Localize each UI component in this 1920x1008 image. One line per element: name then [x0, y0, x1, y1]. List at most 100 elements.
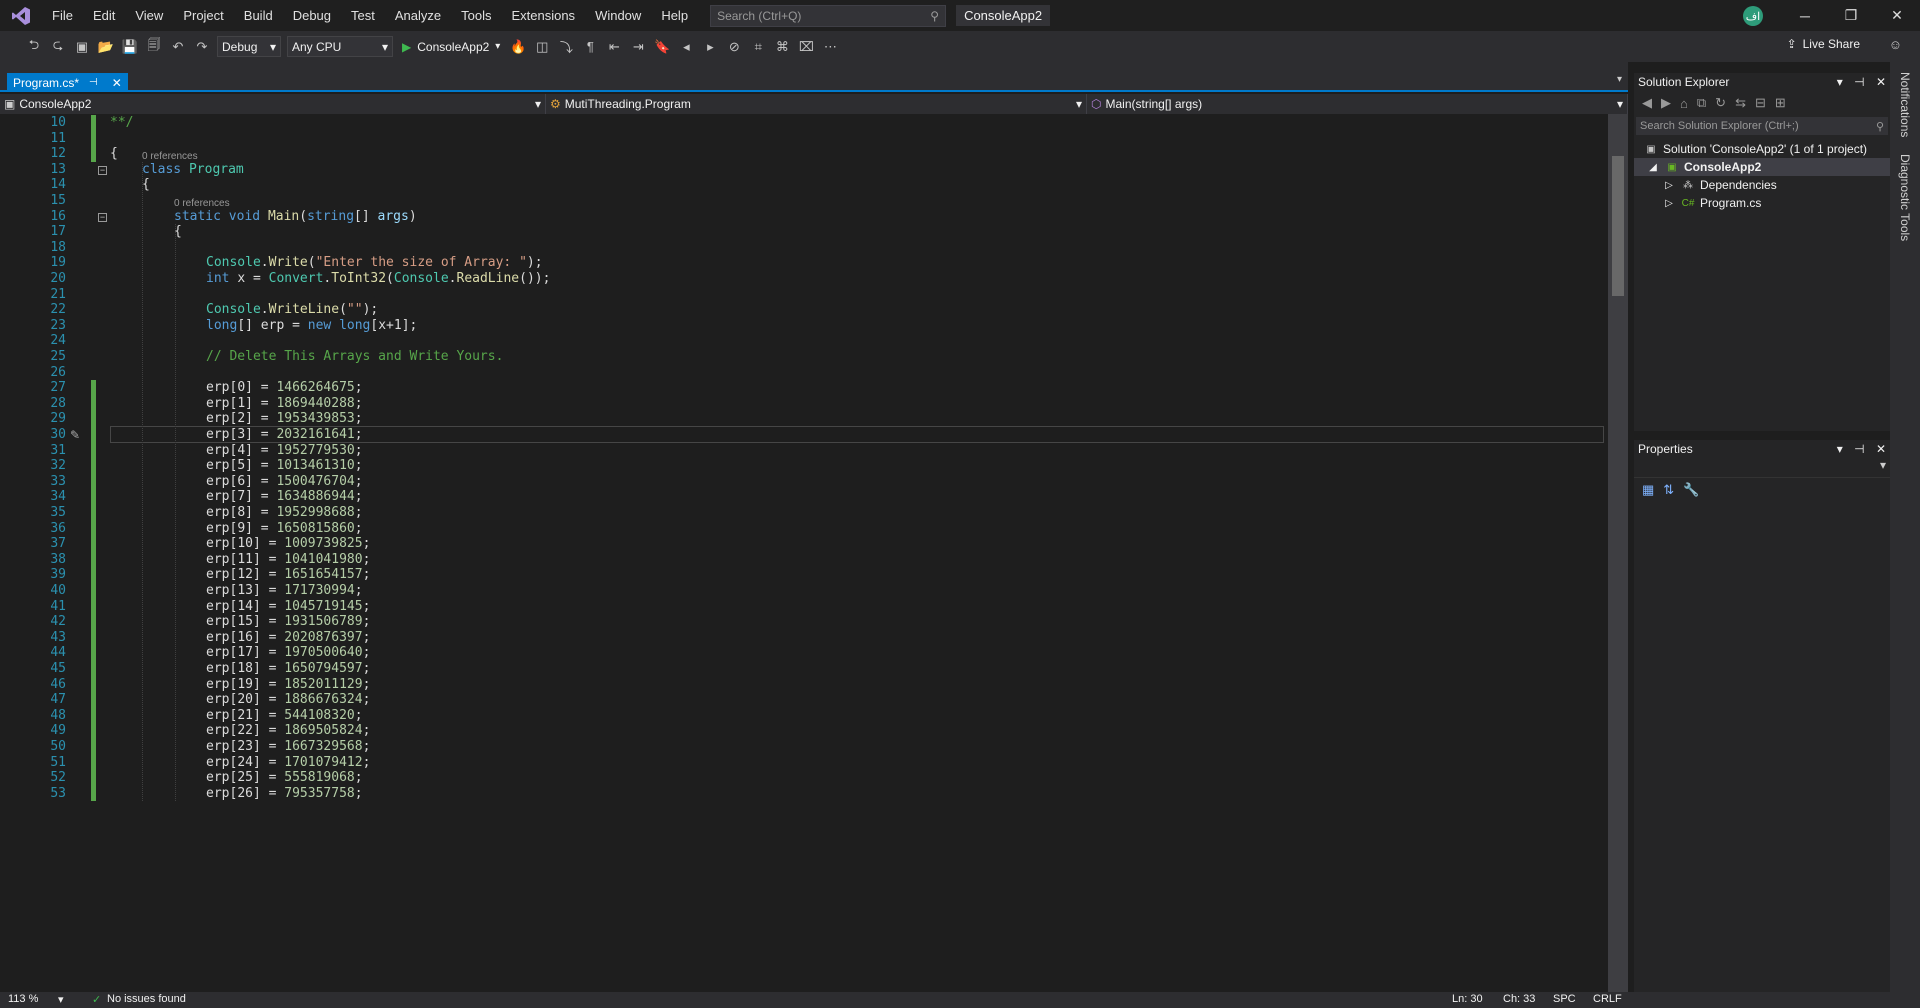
alphabetical-icon[interactable]: ⇅: [1663, 482, 1674, 498]
prev-bookmark-icon[interactable]: ◂: [677, 38, 695, 56]
code-token: 1953439853: [276, 411, 355, 427]
pin-icon[interactable]: ⊣: [1854, 75, 1864, 89]
navigate-back-icon[interactable]: ⮌: [25, 37, 43, 56]
next-bookmark-icon[interactable]: ▸: [701, 38, 719, 56]
indent-icon[interactable]: ⇥: [629, 38, 647, 56]
search-input[interactable]: Search (Ctrl+Q) ⚲: [710, 4, 947, 27]
hot-reload-icon[interactable]: 🔥: [509, 38, 527, 56]
tree-item-dependencies[interactable]: ▷ ⁂ Dependencies: [1634, 176, 1890, 194]
nav-project-label: ConsoleApp2: [19, 97, 92, 111]
collapse-region-icon[interactable]: −: [98, 165, 107, 175]
new-project-icon[interactable]: ▣: [73, 38, 91, 56]
collapse-region-icon[interactable]: −: [98, 212, 107, 222]
visual-studio-logo-icon[interactable]: [0, 0, 42, 31]
diagnostic-tools-tab[interactable]: Diagnostic Tools: [1898, 154, 1912, 241]
undo-icon[interactable]: ↶: [169, 38, 187, 56]
tree-item-project[interactable]: ◢ ▣ ConsoleApp2: [1634, 158, 1890, 176]
menu-test[interactable]: Test: [341, 0, 385, 31]
column-number[interactable]: Ch: 33: [1503, 993, 1535, 1005]
menu-edit[interactable]: Edit: [83, 0, 125, 31]
forward-icon[interactable]: ▶: [1661, 95, 1671, 111]
toolbar-overflow-icon[interactable]: ⋯: [821, 38, 839, 56]
browser-link-icon[interactable]: ◫: [533, 38, 551, 56]
code-token: 1009739825: [284, 536, 363, 552]
pending-changes-icon[interactable]: ↻: [1715, 95, 1726, 111]
solution-search-input[interactable]: Search Solution Explorer (Ctrl+;) ⚲: [1636, 117, 1888, 135]
tab-overflow-icon[interactable]: ▾: [1617, 74, 1622, 85]
menu-debug[interactable]: Debug: [283, 0, 341, 31]
collapse-all-icon[interactable]: ⊟: [1755, 95, 1766, 111]
zoom-level[interactable]: 113 %: [8, 993, 38, 1005]
type-dropdown[interactable]: ⚙ MutiThreading.Program ▾: [546, 94, 1087, 114]
open-file-icon[interactable]: 📂: [97, 38, 115, 56]
solution-platform-select[interactable]: Any CPU ▾: [287, 36, 393, 57]
show-whitespace-icon[interactable]: ¶: [581, 38, 599, 56]
property-pages-icon[interactable]: 🔧: [1683, 482, 1699, 498]
uncomment-icon[interactable]: ⌘: [773, 38, 791, 56]
notifications-tab[interactable]: Notifications: [1898, 72, 1912, 137]
code-lens-references[interactable]: 0 references: [174, 198, 230, 209]
categorized-icon[interactable]: ▦: [1642, 482, 1654, 498]
line-number: 22: [50, 302, 66, 318]
member-dropdown[interactable]: ⬡ Main(string[] args) ▾: [1087, 94, 1628, 114]
project-dropdown[interactable]: ▣ ConsoleApp2 ▾: [0, 94, 546, 114]
menu-analyze[interactable]: Analyze: [385, 0, 451, 31]
menu-view[interactable]: View: [125, 0, 173, 31]
indent-mode[interactable]: SPC: [1553, 993, 1576, 1005]
menu-window[interactable]: Window: [585, 0, 651, 31]
code-token: 1852011129: [284, 676, 363, 692]
save-all-icon[interactable]: 🗐: [145, 37, 163, 56]
menu-help[interactable]: Help: [651, 0, 698, 31]
chevron-down-icon[interactable]: ▾: [58, 993, 64, 1006]
sync-icon[interactable]: ⇆: [1735, 95, 1746, 111]
switch-views-icon[interactable]: ⧉: [1697, 95, 1706, 111]
scrollbar-thumb[interactable]: [1612, 156, 1624, 296]
show-all-files-icon[interactable]: ⊞: [1775, 95, 1786, 111]
redo-icon[interactable]: ↷: [193, 38, 211, 56]
comment-icon[interactable]: ⌗: [749, 38, 767, 56]
code-line: erp[23] = 1667329568;: [206, 739, 371, 754]
back-icon[interactable]: ◀: [1642, 95, 1652, 111]
menu-tools[interactable]: Tools: [451, 0, 501, 31]
properties-object-select[interactable]: ▾: [1634, 458, 1890, 478]
code-editor[interactable]: 10 11 12 13 14 15 16 17 18 19 20 21 22 23 24 25 26 27 28 29…: [0, 114, 1628, 992]
close-pane-icon[interactable]: ✕: [1876, 75, 1886, 89]
line-number: 24: [50, 333, 66, 349]
pin-icon[interactable]: ⊣: [89, 77, 98, 88]
menu-build[interactable]: Build: [234, 0, 283, 31]
window-position-icon[interactable]: ▾: [1837, 442, 1843, 456]
editor-vertical-scrollbar[interactable]: [1608, 114, 1628, 992]
pin-icon[interactable]: ⊣: [1854, 442, 1864, 456]
code-lens-references[interactable]: 0 references: [142, 151, 198, 162]
restore-icon[interactable]: ❐: [1828, 0, 1874, 31]
menu-file[interactable]: File: [42, 0, 83, 31]
menu-project[interactable]: Project: [173, 0, 233, 31]
line-number: 13: [50, 161, 66, 177]
tree-item-solution[interactable]: ▣ Solution 'ConsoleApp2' (1 of 1 project…: [1634, 140, 1890, 158]
close-icon[interactable]: ✕: [1874, 0, 1920, 31]
outdent-icon[interactable]: ⇤: [605, 38, 623, 56]
tab-program-cs[interactable]: Program.cs* ⊣ ✕: [7, 73, 128, 92]
line-number[interactable]: Ln: 30: [1452, 993, 1483, 1005]
minimize-icon[interactable]: ─: [1782, 0, 1828, 31]
issues-indicator[interactable]: No issues found: [107, 993, 186, 1005]
save-icon[interactable]: 💾: [121, 38, 139, 56]
start-debugging-button[interactable]: ▶ ConsoleApp2 ▾: [402, 40, 500, 54]
menu-extensions[interactable]: Extensions: [501, 0, 585, 31]
feedback-icon[interactable]: ☺: [1889, 37, 1902, 52]
navigate-forward-icon[interactable]: ⮎: [49, 37, 67, 56]
avatar[interactable]: اف: [1743, 6, 1763, 26]
tree-item-program-cs[interactable]: ▷ C# Program.cs: [1634, 194, 1890, 212]
clear-bookmarks-icon[interactable]: ⊘: [725, 38, 743, 56]
bookmark-icon[interactable]: 🔖: [653, 38, 671, 56]
close-pane-icon[interactable]: ✕: [1876, 442, 1886, 456]
window-position-icon[interactable]: ▾: [1837, 75, 1843, 89]
home-icon[interactable]: ⌂: [1680, 96, 1688, 111]
close-tab-icon[interactable]: ✕: [112, 76, 122, 90]
step-over-icon[interactable]: ⤵: [557, 38, 575, 56]
solution-configuration-select[interactable]: Debug ▾: [217, 36, 281, 57]
line-ending[interactable]: CRLF: [1593, 993, 1622, 1005]
line-number: 46: [50, 676, 66, 692]
attach-icon[interactable]: ⌧: [797, 38, 815, 56]
live-share-button[interactable]: ⇪ Live Share: [1787, 37, 1860, 51]
